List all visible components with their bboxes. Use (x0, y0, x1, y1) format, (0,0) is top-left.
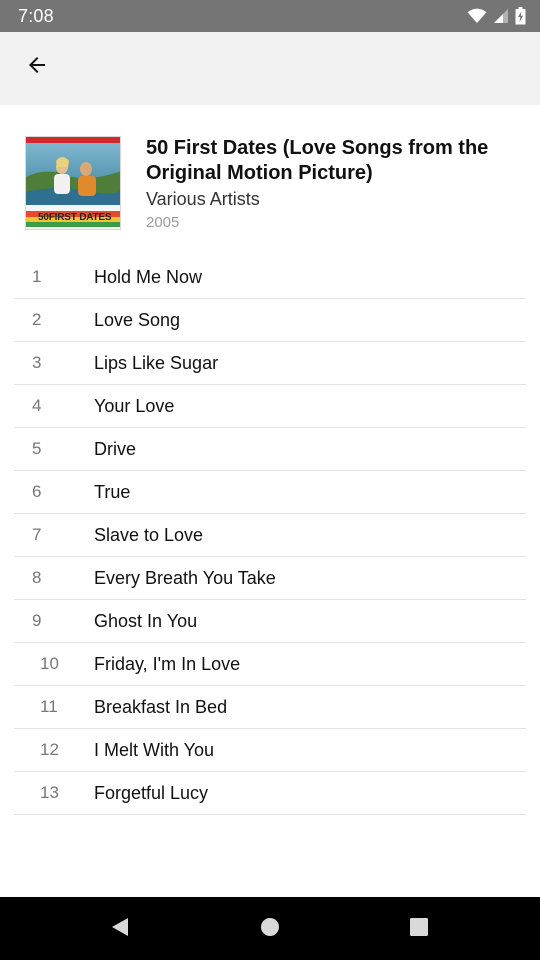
status-icons (467, 7, 526, 25)
track-number: 13 (40, 783, 59, 802)
album-cover-text: 50FIRST DATES (38, 212, 112, 223)
track-number: 4 (32, 396, 42, 415)
track-title: Your Love (94, 395, 175, 416)
track-row[interactable]: 9 Ghost In You (14, 600, 526, 643)
app-bar (0, 32, 540, 105)
nav-recents-button[interactable] (405, 915, 433, 943)
track-number: 10 (40, 654, 59, 673)
track-title: Love Song (94, 309, 181, 330)
track-title: Hold Me Now (94, 266, 203, 287)
track-title: True (94, 481, 131, 502)
track-number: 2 (32, 310, 42, 329)
battery-icon (515, 7, 526, 25)
track-row[interactable]: 10 Friday, I'm In Love (14, 643, 526, 686)
track-number: 9 (32, 611, 42, 630)
wifi-icon (467, 8, 487, 24)
track-title: Drive (94, 438, 137, 459)
track-title: Lips Like Sugar (94, 352, 219, 373)
track-row[interactable]: 11 Breakfast In Bed (14, 686, 526, 729)
track-number: 1 (32, 267, 42, 286)
status-time: 7:08 (18, 5, 54, 26)
nav-back-button[interactable] (106, 915, 134, 943)
track-row[interactable]: 5 Drive (14, 428, 526, 471)
track-title: I Melt With You (94, 739, 215, 760)
track-number: 3 (32, 353, 42, 372)
track-title: Every Breath You Take (94, 567, 276, 588)
track-row[interactable]: 8 Every Breath You Take (14, 557, 526, 600)
track-row[interactable]: 6 True (14, 471, 526, 514)
track-title: Friday, I'm In Love (94, 653, 241, 674)
track-number: 8 (32, 568, 42, 587)
back-arrow-icon (25, 53, 49, 82)
track-number: 5 (32, 439, 42, 458)
track-row[interactable]: 2 Love Song (14, 299, 526, 342)
track-row[interactable]: 3 Lips Like Sugar (14, 342, 526, 385)
nav-home-button[interactable] (256, 915, 284, 943)
album-title: 50 First Dates (Love Songs from the Orig… (146, 137, 489, 184)
navigation-bar (0, 897, 540, 960)
recents-square-icon (408, 916, 430, 943)
track-number: 7 (32, 525, 42, 544)
status-bar: 7:08 (0, 0, 540, 32)
back-button[interactable] (16, 46, 58, 88)
track-title: Ghost In You (94, 610, 198, 631)
track-row[interactable]: 13 Forgetful Lucy (14, 772, 526, 815)
track-row[interactable]: 4 Your Love (14, 385, 526, 428)
track-title: Forgetful Lucy (94, 782, 209, 803)
track-number: 6 (32, 482, 42, 501)
track-row[interactable]: 1 Hold Me Now (14, 256, 526, 299)
home-circle-icon (259, 916, 281, 943)
back-triangle-icon (109, 916, 131, 943)
track-title: Slave to Love (94, 524, 204, 545)
album-header: 50FIRST DATES 50 First Dates (Love Songs… (0, 105, 540, 255)
cell-signal-icon (493, 8, 509, 24)
track-number: 12 (40, 740, 59, 759)
track-number: 11 (40, 697, 58, 716)
album-artist: Various Artists (146, 189, 260, 209)
album-year: 2005 (146, 214, 180, 231)
track-list: 1 Hold Me Now 2 Love Song 3 Lips Like Su… (14, 256, 526, 815)
album-cover: 50FIRST DATES (25, 136, 121, 230)
track-title: Breakfast In Bed (94, 696, 228, 717)
track-row[interactable]: 7 Slave to Love (14, 514, 526, 557)
track-row[interactable]: 12 I Melt With You (14, 729, 526, 772)
